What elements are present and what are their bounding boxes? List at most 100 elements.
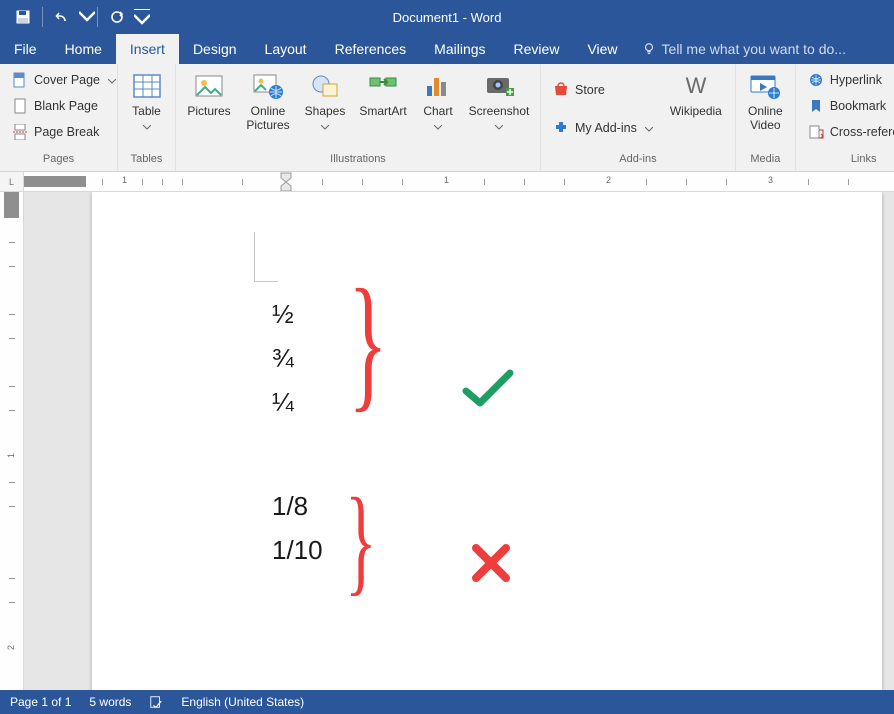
fraction-list-bad: 1/8 1/10 [272, 484, 323, 572]
tab-design[interactable]: Design [179, 34, 251, 64]
online-pictures-button[interactable]: OnlinePictures [240, 68, 296, 132]
ruler-corner[interactable]: L [0, 172, 23, 192]
online-pictures-label-2: Pictures [246, 118, 289, 132]
qat-separator [42, 7, 43, 27]
group-label-illustrations: Illustrations [176, 153, 540, 171]
hyperlink-icon [808, 72, 824, 88]
ribbon-group-addins: Store My Add-ins W Wikipedia Add-ins [541, 64, 736, 171]
my-addins-label: My Add-ins [575, 121, 637, 135]
online-video-button[interactable]: OnlineVideo [742, 68, 789, 132]
group-label-media: Media [736, 153, 795, 171]
status-page-text: Page 1 of 1 [10, 695, 71, 709]
svg-text:W: W [685, 73, 706, 98]
undo-dropdown[interactable] [79, 0, 95, 34]
redo-button[interactable] [100, 0, 134, 34]
qat-separator [97, 7, 98, 27]
vruler-num-2: 2 [6, 645, 16, 650]
document-content[interactable]: ½ ¾ ¼ 1/8 1/10 [272, 292, 323, 572]
cross-reference-label: Cross-reference [830, 125, 894, 139]
store-label: Store [575, 83, 605, 97]
tell-me-search[interactable]: Tell me what you want to do... [632, 34, 856, 64]
status-proofing[interactable] [149, 695, 163, 709]
shapes-button[interactable]: Shapes [300, 68, 350, 133]
store-icon [553, 82, 569, 98]
tab-file[interactable]: File [0, 34, 51, 64]
save-button[interactable] [6, 0, 40, 34]
store-button[interactable]: Store [547, 78, 659, 102]
status-language-text: English (United States) [181, 695, 304, 709]
pictures-button[interactable]: Pictures [182, 68, 236, 132]
tab-mailings[interactable]: Mailings [420, 34, 499, 64]
chart-button[interactable]: Chart [416, 68, 460, 133]
fraction-three-quarters: ¾ [272, 336, 323, 380]
online-video-icon [749, 70, 781, 102]
shapes-icon [309, 70, 341, 102]
status-bar: Page 1 of 1 5 words English (United Stat… [0, 690, 894, 714]
cross-reference-button[interactable]: Cross-reference [802, 120, 894, 144]
status-words[interactable]: 5 words [89, 695, 131, 709]
undo-button[interactable] [45, 0, 79, 34]
tab-references[interactable]: References [321, 34, 421, 64]
cover-page-label: Cover Page [34, 73, 100, 87]
table-button[interactable]: Table [124, 68, 169, 133]
fraction-half: ½ [272, 292, 323, 336]
cover-page-icon [12, 72, 28, 88]
hruler-num-3: 3 [768, 175, 773, 185]
status-language[interactable]: English (United States) [181, 695, 304, 709]
ribbon-group-illustrations: Pictures OnlinePictures Shapes SmartArt … [176, 64, 541, 171]
pictures-icon [193, 70, 225, 102]
table-icon [131, 70, 163, 102]
margin-corner-mark [254, 232, 278, 282]
hyperlink-label: Hyperlink [830, 73, 882, 87]
indent-marker-first-line[interactable] [280, 172, 292, 192]
work-area: L 1 2 1 1 2 3 [0, 172, 894, 690]
lightbulb-icon [642, 42, 656, 56]
my-addins-icon [553, 120, 569, 136]
hyperlink-button[interactable]: Hyperlink [802, 68, 894, 92]
ribbon-group-pages: Cover Page Blank Page Page Break Pages [0, 64, 118, 171]
vertical-ruler[interactable]: 1 2 [0, 192, 23, 690]
page-break-label: Page Break [34, 125, 99, 139]
group-label-pages: Pages [0, 153, 117, 171]
quick-access-toolbar [0, 0, 150, 34]
brace-annotation-bottom: } [345, 480, 377, 600]
smartart-button[interactable]: SmartArt [354, 68, 412, 132]
screenshot-button[interactable]: Screenshot [464, 68, 534, 133]
page-break-button[interactable]: Page Break [6, 120, 122, 144]
qat-customize-dropdown[interactable] [134, 0, 150, 34]
pictures-label: Pictures [187, 104, 230, 118]
tab-insert[interactable]: Insert [116, 34, 179, 64]
my-addins-button[interactable]: My Add-ins [547, 116, 659, 140]
wikipedia-button[interactable]: W Wikipedia [663, 68, 729, 132]
screenshot-icon [483, 70, 515, 102]
bookmark-button[interactable]: Bookmark [802, 94, 894, 118]
window-title: Document1 - Word [393, 10, 502, 25]
status-page[interactable]: Page 1 of 1 [10, 695, 71, 709]
fraction-one-eighth: 1/8 [272, 484, 323, 528]
smartart-label: SmartArt [359, 104, 406, 118]
hruler-num-1b: 1 [444, 175, 449, 185]
cover-page-button[interactable]: Cover Page [6, 68, 122, 92]
tab-view[interactable]: View [573, 34, 631, 64]
wikipedia-label: Wikipedia [670, 104, 722, 118]
blank-page-button[interactable]: Blank Page [6, 94, 122, 118]
bookmark-icon [808, 98, 824, 114]
horizontal-ruler[interactable]: 1 1 2 3 [24, 172, 894, 192]
page-break-icon [12, 124, 28, 140]
smartart-icon [367, 70, 399, 102]
tab-review[interactable]: Review [500, 34, 574, 64]
vertical-ruler-gutter: L 1 2 [0, 172, 24, 690]
blank-page-icon [12, 98, 28, 114]
bookmark-label: Bookmark [830, 99, 886, 113]
table-label: Table [132, 104, 161, 118]
title-bar: Document1 - Word [0, 0, 894, 34]
tell-me-placeholder: Tell me what you want to do... [662, 41, 846, 57]
tab-home[interactable]: Home [51, 34, 116, 64]
document-viewport[interactable]: ½ ¾ ¼ 1/8 1/10 } } [24, 192, 894, 690]
ribbon-group-tables: Table Tables [118, 64, 176, 171]
online-video-label-1: Online [748, 104, 783, 118]
ribbon-tabstrip: File Home Insert Design Layout Reference… [0, 34, 894, 64]
page[interactable]: ½ ¾ ¼ 1/8 1/10 } } [92, 192, 882, 690]
tab-layout[interactable]: Layout [251, 34, 321, 64]
brace-annotation-top: } [348, 267, 388, 417]
